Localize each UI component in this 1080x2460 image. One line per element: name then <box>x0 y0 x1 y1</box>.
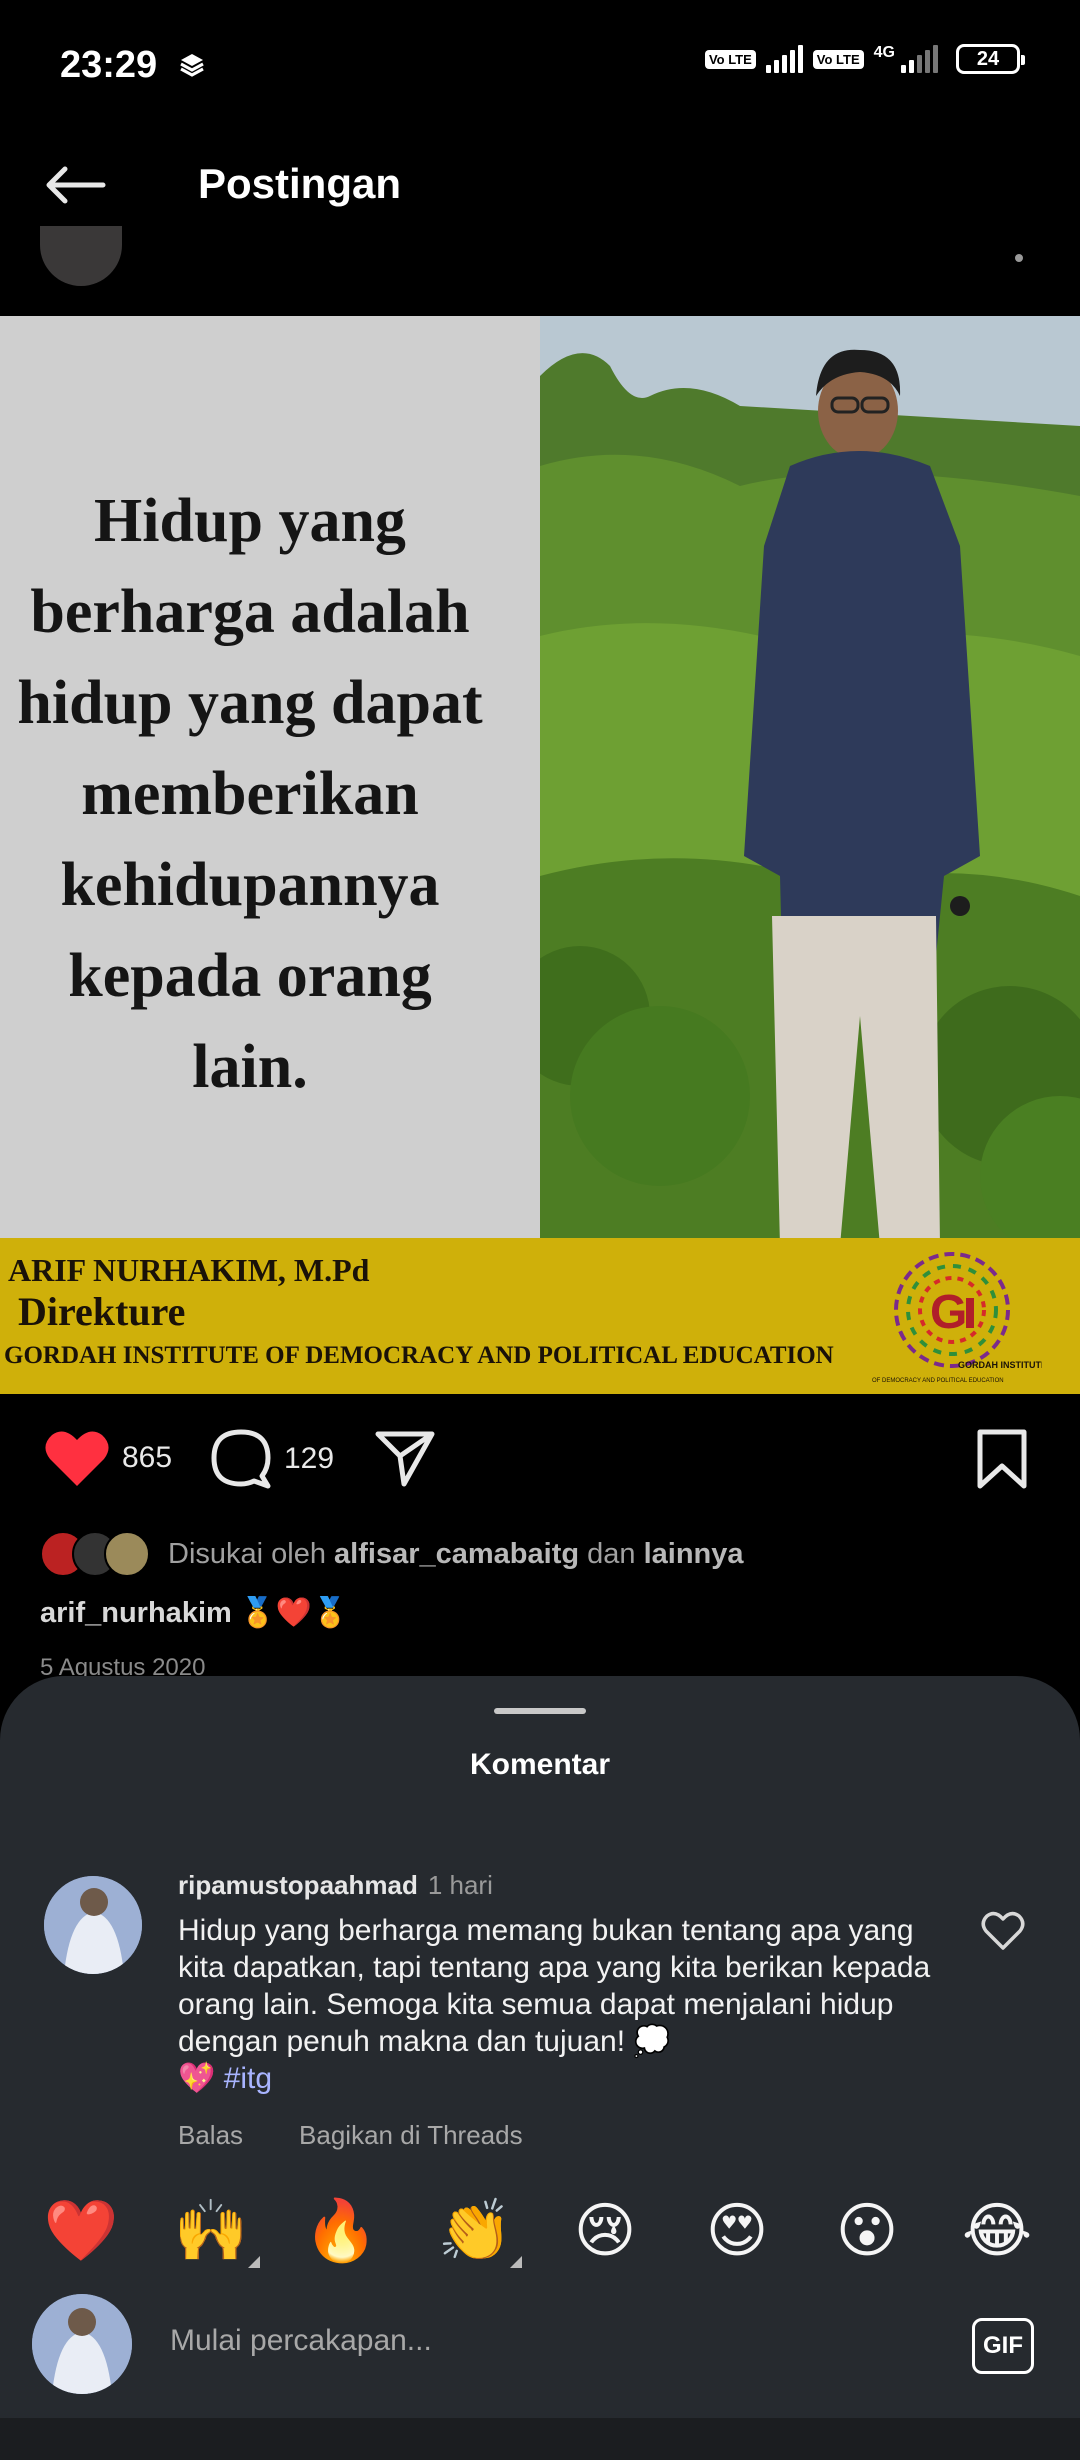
paper-plane-icon[interactable] <box>374 1428 436 1488</box>
emoji-laughing[interactable]: 😂 <box>952 2196 1042 2266</box>
current-user-avatar <box>32 2294 132 2394</box>
skin-tone-indicator-icon <box>248 2256 260 2268</box>
liked-by-text: Disukai oleh alfisar_camabaitg dan lainn… <box>168 1537 744 1570</box>
post-image[interactable]: Hidup yang berharga adalah hidup yang da… <box>0 316 1080 1394</box>
signal-icon <box>765 45 803 73</box>
status-time: 23:29 <box>60 43 158 86</box>
bookmark-icon[interactable] <box>976 1428 1028 1490</box>
comment-bubble-icon[interactable] <box>210 1428 272 1490</box>
emoji-clap[interactable]: 👏 <box>430 2196 520 2266</box>
post-banner: ARIF NURHAKIM, M.Pd Direkture GORDAH INS… <box>0 1238 1080 1394</box>
quote-line: kehidupannya <box>60 851 440 919</box>
gordah-logo: G GORDAH INSTITUTE OF DEMOCRACY AND POLI… <box>872 1252 1042 1384</box>
more-options-icon[interactable] <box>1015 254 1023 262</box>
share-threads-button[interactable]: Bagikan di Threads <box>299 2120 523 2151</box>
navigation-bar <box>0 2418 1080 2460</box>
comment-username[interactable]: ripamustopaahmad 1 hari <box>178 1870 493 1901</box>
emoji-fire[interactable]: 🔥 <box>296 2196 386 2266</box>
comment-heart-icon[interactable] <box>980 1908 1026 1954</box>
emoji-heart-eyes[interactable]: 😍 <box>692 2196 782 2266</box>
status-bar: 23:29 Vo LTE Vo LTE 4G 24 <box>0 0 1080 130</box>
quote-line: hidup yang dapat <box>17 669 483 737</box>
like-count[interactable]: 865 <box>122 1441 172 1475</box>
author-avatar[interactable] <box>40 226 122 286</box>
emoji-surprised[interactable]: 😮 <box>822 2196 912 2266</box>
emoji-crying[interactable]: 😢 <box>560 2196 650 2266</box>
gif-button[interactable]: GIF <box>972 2318 1034 2374</box>
quote-line: Hidup yang <box>94 487 406 555</box>
volte-badge-2: Vo LTE <box>812 49 864 69</box>
skin-tone-indicator-icon <box>510 2256 522 2268</box>
page-title: Postingan <box>198 160 402 207</box>
network-type: 4G <box>873 44 895 61</box>
logo-text: GORDAH INSTITUTE <box>958 1360 1042 1370</box>
comment-actions: Balas Bagikan di Threads <box>178 2120 523 2151</box>
battery-level: 24 <box>976 47 1000 70</box>
avatar-image <box>32 2294 132 2394</box>
banner-name: ARIF NURHAKIM, M.Pd <box>8 1252 370 1288</box>
caption-emojis: 🏅❤️🏅 <box>239 1597 349 1629</box>
post-caption: arif_nurhakim 🏅❤️🏅 <box>40 1596 348 1630</box>
photo-scene <box>540 316 1080 1246</box>
battery-icon: 24 <box>956 44 1025 74</box>
arrow-left-icon <box>46 166 106 204</box>
logo-subtext: OF DEMOCRACY AND POLITICAL EDUCATION <box>872 1378 1004 1384</box>
quote-panel: Hidup yang berharga adalah hidup yang da… <box>0 316 545 1240</box>
quote-line: memberikan <box>81 760 419 828</box>
signal-icon-2 <box>901 45 938 73</box>
sheet-title: Komentar <box>469 1748 611 1781</box>
share-action <box>374 1428 436 1488</box>
heart-filled-icon[interactable] <box>44 1428 110 1488</box>
banner-role: Direkture <box>18 1289 186 1334</box>
comment-input-row: Mulai percakapan... GIF <box>0 2284 1080 2404</box>
back-button[interactable] <box>40 150 110 220</box>
comment-input[interactable]: Mulai percakapan... <box>170 2324 432 2358</box>
svg-text:G: G <box>930 1286 967 1339</box>
save-action <box>976 1428 1028 1490</box>
comment-count[interactable]: 129 <box>284 1442 334 1476</box>
caption-username[interactable]: arif_nurhakim <box>40 1597 232 1629</box>
comment-avatar[interactable] <box>44 1876 142 1974</box>
comment-time: 1 hari <box>427 1870 493 1900</box>
liked-by-others: lainnya <box>643 1537 744 1570</box>
volte-badge: Vo LTE <box>704 49 756 69</box>
comment-text: Hidup yang berharga memang bukan tentang… <box>178 1914 931 2095</box>
like-action: 865 <box>44 1428 172 1488</box>
quote-text: Hidup yang berharga adalah hidup yang da… <box>0 476 500 1113</box>
quick-emoji-row: ❤️ 🙌 🔥 👏 😢 😍 😮 😂 <box>0 2180 1080 2280</box>
post-actions: 865 129 <box>0 1410 1080 1510</box>
liked-by-row[interactable]: Disukai oleh alfisar_camabaitg dan lainn… <box>40 1528 744 1580</box>
app-header: Postingan <box>0 130 1080 240</box>
comment-action: 129 <box>210 1428 334 1490</box>
emoji-raising-hands[interactable]: 🙌 <box>166 2196 256 2266</box>
sheet-drag-handle[interactable] <box>494 1708 586 1714</box>
liked-by-user: alfisar_camabaitg <box>334 1537 580 1570</box>
hashtag-link[interactable]: #itg <box>224 2062 272 2095</box>
comments-sheet: Komentar ripamustopaahmad 1 hari Hidup ya… <box>0 1676 1080 2460</box>
status-indicators: Vo LTE Vo LTE 4G 24 <box>704 44 1025 74</box>
layers-icon <box>180 54 204 77</box>
quote-line: lain. <box>192 1033 308 1101</box>
avatar <box>104 1531 150 1577</box>
quote-line: kepada orang <box>68 942 432 1010</box>
avatar-image <box>44 1876 142 1974</box>
emoji-heart[interactable]: ❤️ <box>36 2196 126 2266</box>
quote-line: berharga adalah <box>30 578 470 646</box>
reply-button[interactable]: Balas <box>178 2120 243 2151</box>
banner-organization: GORDAH INSTITUTE OF DEMOCRACY AND POLITI… <box>4 1342 834 1369</box>
